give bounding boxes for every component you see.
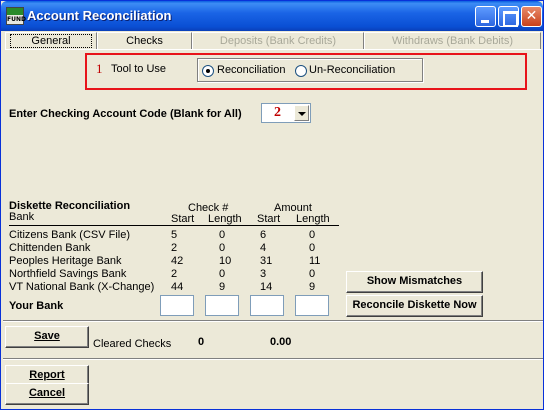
your-bank-check-length-input[interactable] [205,295,239,316]
amount-start-value: 3 [260,268,267,280]
tab-general-label: General [10,34,92,48]
amount-start-value: 31 [260,255,273,267]
tab-checks[interactable]: Checks [97,32,192,50]
amount-start-header: Start [257,213,281,225]
cleared-checks-label: Cleared Checks [93,338,172,350]
your-bank-label: Your Bank [9,300,64,312]
check-length-value: 10 [219,255,232,267]
your-bank-amount-length-input[interactable] [295,295,329,316]
tab-deposits-label: Deposits (Bank Credits) [219,35,337,47]
fund-app-icon: FUND [6,7,26,25]
check-length-value: 9 [219,281,226,293]
show-mismatches-button[interactable]: Show Mismatches [346,271,483,293]
bank-column-header: Bank [9,211,35,223]
amount-start-value: 4 [260,242,267,254]
minimize-icon[interactable] [475,6,496,27]
your-bank-amount-start-input[interactable] [250,295,284,316]
bank-name: Citizens Bank (CSV File) [9,229,131,241]
title-bar[interactable]: FUND Account Reconciliation ✕ [1,1,543,31]
your-bank-check-start-input[interactable] [160,295,194,316]
amount-start-value: 6 [260,229,267,241]
bank-name: Chittenden Bank [9,242,91,254]
window-title: Account Reconciliation [27,8,172,23]
save-button-label: Save [34,330,60,342]
cleared-checks-count: 0 [198,336,205,348]
marker-1: 1 [96,61,103,76]
tab-deposits[interactable]: Deposits (Bank Credits) [192,32,364,50]
check-length-value: 0 [219,268,226,280]
section-divider [3,320,543,322]
amount-length-value: 0 [309,242,316,254]
account-code-label: Enter Checking Account Code (Blank for A… [9,108,242,120]
cancel-button-label: Cancel [28,387,66,399]
tab-withdraws-label: Withdraws (Bank Debits) [391,35,514,47]
account-code-select[interactable]: 2 [261,103,311,123]
section-divider [3,358,543,360]
bank-name: Northfield Savings Bank [9,268,127,280]
amount-length-header: Length [296,213,330,225]
account-reconciliation-window: FUND Account Reconciliation ✕ General Ch… [0,0,544,410]
bank-name: Peoples Heritage Bank [9,255,122,267]
report-button-label: Report [29,369,65,381]
tab-withdraws[interactable]: Withdraws (Bank Debits) [364,32,541,50]
check-length-value: 0 [219,229,226,241]
cleared-checks-amount: 0.00 [270,336,292,348]
check-start-value: 5 [171,229,178,241]
save-button[interactable]: Save [5,326,89,348]
check-length-header: Length [208,213,242,225]
tab-divider [5,49,541,50]
maximize-icon[interactable] [498,6,519,27]
tab-checks-label: Checks [126,35,163,47]
amount-length-value: 0 [309,229,316,241]
check-start-value: 2 [171,242,178,254]
tool-label: Tool to Use [111,63,167,75]
check-start-value: 44 [171,281,184,293]
tab-general[interactable]: General [5,32,97,50]
check-start-value: 42 [171,255,184,267]
header-underline [9,225,339,226]
amount-length-value: 9 [309,281,316,293]
un-reconciliation-radio[interactable] [295,65,307,77]
amount-length-value: 11 [309,255,321,267]
bank-name: VT National Bank (X-Change) [9,281,155,293]
cancel-button[interactable]: Cancel [5,383,89,405]
reconciliation-radio[interactable] [202,65,214,77]
amount-length-value: 0 [309,268,316,280]
un-reconciliation-option-label[interactable]: Un-Reconciliation [309,64,395,76]
reconciliation-option-label[interactable]: Reconciliation [217,64,285,76]
chevron-down-icon[interactable] [294,105,309,121]
check-start-header: Start [171,213,195,225]
close-icon[interactable]: ✕ [521,6,542,27]
reconcile-diskette-button[interactable]: Reconcile Diskette Now [346,295,483,317]
check-length-value: 0 [219,242,226,254]
marker-2: 2 [274,105,281,120]
check-start-value: 2 [171,268,178,280]
amount-start-value: 14 [260,281,273,293]
